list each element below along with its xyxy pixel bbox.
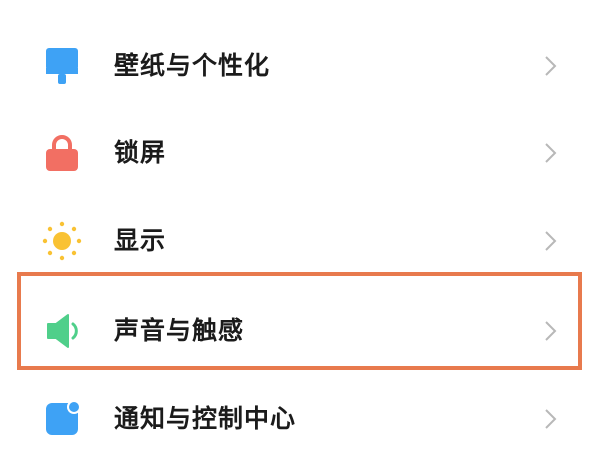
settings-item-label: 锁屏 [114,138,167,167]
settings-item-lock-screen[interactable]: 锁屏 [0,109,600,197]
chevron-right-icon [538,229,562,253]
chevron-right-icon [538,407,562,431]
settings-item-label: 声音与触感 [114,316,245,345]
settings-item-sound-haptics[interactable]: 声音与触感 [0,287,600,375]
chevron-right-icon [538,54,562,78]
settings-item-notifications-control-center[interactable]: 通知与控制中心 [0,375,600,450]
sun-icon [40,219,84,263]
settings-item-label: 壁纸与个性化 [114,51,271,80]
settings-item-label: 通知与控制中心 [114,404,297,433]
notification-icon [40,397,84,441]
settings-list: 壁纸与个性化 锁屏 显示 声音与触感 通知与控制中心 [0,0,600,450]
wallpaper-brush-icon [40,44,84,88]
speaker-icon [40,309,84,353]
chevron-right-icon [538,319,562,343]
chevron-right-icon [538,141,562,165]
settings-item-wallpaper-personalization[interactable]: 壁纸与个性化 [0,22,600,110]
lock-icon [40,131,84,175]
